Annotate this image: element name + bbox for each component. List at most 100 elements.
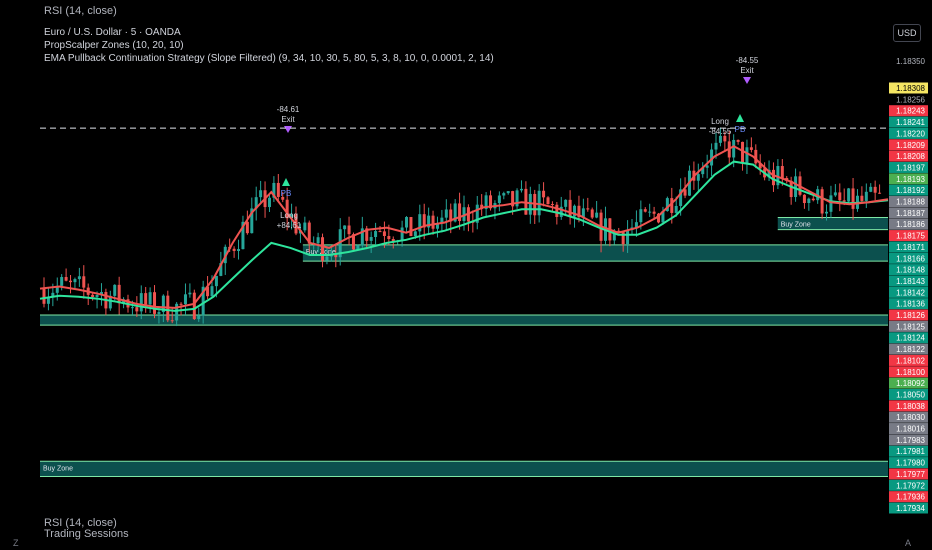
candle-body — [829, 195, 833, 212]
candle-body — [519, 188, 523, 191]
candle-body — [343, 225, 347, 230]
price-label: 1.18092 — [896, 379, 925, 388]
candle-body — [157, 312, 161, 314]
indicator-propscalper[interactable]: PropScalper Zones (10, 20, 10) — [44, 39, 494, 52]
candle-body — [276, 182, 280, 197]
price-label: 1.18142 — [896, 288, 925, 297]
candle-body — [568, 199, 572, 217]
candle-body — [130, 307, 134, 309]
candle-body — [183, 294, 187, 305]
candle-body — [802, 194, 806, 204]
price-label: 1.18256 — [896, 95, 925, 104]
price-chart[interactable]: Buy ZoneBuy ZoneBuy Zone -84.61ExitPBLon… — [0, 0, 932, 514]
indicator-ema-strategy[interactable]: EMA Pullback Continuation Strategy (Slop… — [44, 52, 494, 65]
price-label: 1.18171 — [896, 243, 925, 252]
pb-triangle-icon — [736, 114, 744, 122]
candle-body — [267, 197, 271, 208]
candle-body — [148, 292, 152, 305]
candle-body — [586, 208, 590, 210]
candle-body — [170, 320, 174, 322]
zone-label: Buy Zone — [781, 221, 811, 228]
candle-body — [369, 237, 373, 241]
candle-body — [550, 204, 554, 206]
price-label: 1.18243 — [896, 107, 925, 116]
signal-long-value: +84.61 — [277, 221, 302, 230]
candle-body — [714, 142, 718, 150]
candle-body — [245, 221, 249, 234]
candle-body — [564, 199, 568, 207]
symbol-title[interactable]: Euro / U.S. Dollar · 5 · OANDA — [44, 26, 494, 39]
price-axis-layer: 1.18350 1.18308 1.18256 1.18243 1.18241 1.182… — [889, 57, 928, 514]
candle-body — [91, 294, 95, 297]
zones-layer: Buy ZoneBuy ZoneBuy Zone — [40, 216, 888, 478]
price-label: 1.18126 — [896, 311, 925, 320]
price-label: 1.18100 — [896, 368, 925, 377]
price-label: 1.18208 — [896, 152, 925, 161]
candle-body — [400, 227, 404, 241]
price-label: 1.18125 — [896, 322, 925, 331]
auto-scale-button[interactable]: A — [905, 538, 911, 548]
candle-body — [153, 292, 157, 314]
price-label: 1.18350 — [896, 57, 925, 66]
candle-body — [42, 288, 46, 304]
signal-exit-label: Exit — [281, 115, 295, 124]
candle-body — [387, 235, 391, 240]
candle-body — [502, 193, 506, 196]
candle-body — [820, 189, 824, 214]
price-label: 1.18102 — [896, 356, 925, 365]
candle-body — [771, 169, 775, 186]
candle-body — [378, 231, 382, 233]
candle-body — [838, 192, 842, 201]
candle-body — [179, 303, 183, 305]
candle-body — [643, 209, 647, 212]
candle-body — [542, 190, 546, 198]
price-label: 1.18122 — [896, 345, 925, 354]
price-label: 1.18148 — [896, 266, 925, 275]
price-label: 1.18030 — [896, 413, 925, 422]
candle-body — [718, 135, 722, 143]
candle-body — [210, 286, 214, 297]
candle-body — [807, 198, 811, 204]
trading-sessions-label[interactable]: Trading Sessions — [44, 528, 129, 540]
currency-button[interactable]: USD — [893, 24, 921, 42]
price-label: 1.18188 — [896, 198, 925, 207]
candle-body — [873, 186, 877, 193]
candle-body — [833, 192, 837, 196]
zone-label: Buy Zone — [43, 465, 73, 472]
candle-body — [69, 280, 73, 283]
candle-body — [347, 225, 351, 235]
candle-body — [135, 307, 139, 312]
bottom-pane: RSI (14, close) Trading Sessions — [0, 514, 932, 550]
candle-body — [794, 176, 798, 198]
price-label: 1.17936 — [896, 493, 925, 502]
candle-body — [144, 293, 148, 305]
candle-body — [555, 204, 559, 217]
candle-body — [232, 248, 236, 251]
price-label: 1.17980 — [896, 459, 925, 468]
signal-exit-label: Exit — [740, 66, 754, 75]
candle-body — [869, 186, 873, 192]
price-label: 1.18050 — [896, 390, 925, 399]
candle-body — [626, 229, 630, 245]
signal-pb-label: PB — [735, 125, 746, 134]
price-label: 1.17977 — [896, 470, 925, 479]
price-label: 1.18136 — [896, 300, 925, 309]
candle-body — [546, 197, 550, 205]
candle-body — [60, 277, 64, 286]
candle-body — [237, 249, 241, 251]
candle-body — [316, 237, 320, 244]
timezone-button[interactable]: Z — [13, 538, 19, 548]
price-label: 1.18193 — [896, 175, 925, 184]
candle-body — [878, 192, 882, 194]
signal-long-label: Long — [711, 117, 729, 126]
candle-body — [696, 174, 700, 181]
candle-body — [259, 190, 263, 198]
signal-pb-label: PB — [281, 189, 292, 198]
price-label: 1.18241 — [896, 118, 925, 127]
candle-body — [732, 139, 736, 158]
candle-body — [82, 276, 86, 288]
candle-body — [303, 222, 307, 231]
candle-body — [736, 139, 740, 142]
signal-exit-value: -84.61 — [277, 105, 300, 114]
candle-body — [652, 211, 656, 214]
